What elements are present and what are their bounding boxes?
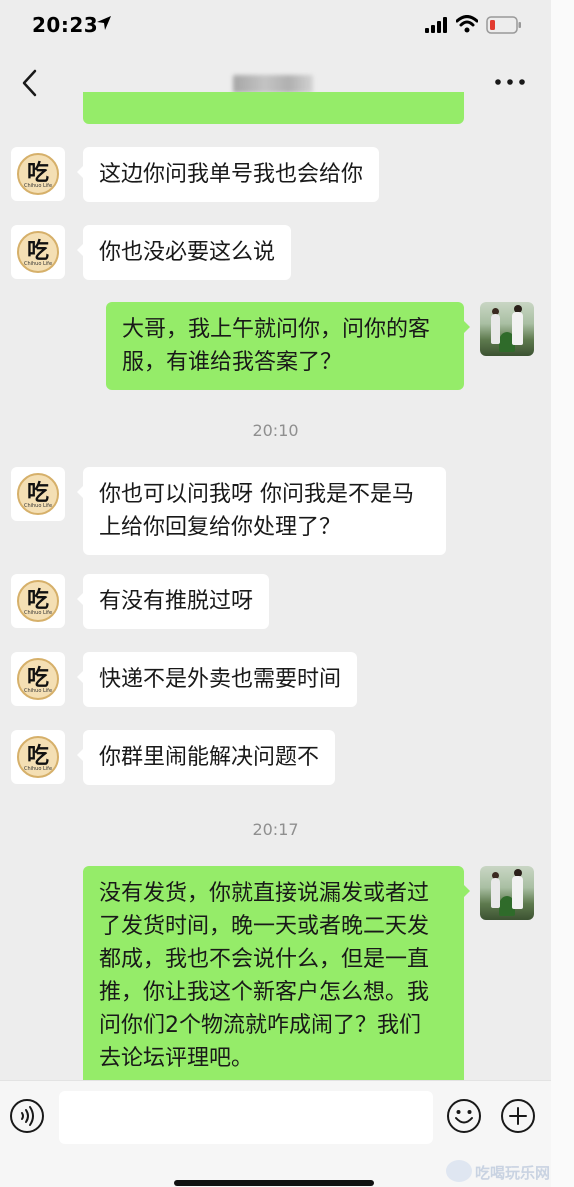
signal-icon <box>425 17 447 33</box>
message-bubble-partial[interactable] <box>83 92 464 124</box>
contact-avatar[interactable]: 吃 Chihuo Life <box>11 652 65 706</box>
timestamp: 20:10 <box>252 421 299 440</box>
message-bubble-incoming[interactable]: 你也可以问我呀 你问我是不是马 上给你回复给你处理了？ <box>77 467 446 555</box>
more-dots-icon[interactable] <box>493 70 527 94</box>
location-arrow-icon <box>97 16 111 30</box>
user-avatar[interactable] <box>480 302 534 356</box>
watermark-text: 吃喝玩乐网 <box>475 1164 551 1182</box>
contact-avatar[interactable]: 吃 Chihuo Life <box>11 467 65 521</box>
message-bubble-incoming[interactable]: 这边你问我单号我也会给你 <box>76 147 380 202</box>
chevron-left-icon[interactable] <box>18 68 42 98</box>
message-bubble-incoming[interactable]: 有没有推脱过呀 <box>76 574 270 629</box>
message-bubble-incoming[interactable]: 快递不是外卖也需要时间 <box>76 652 358 707</box>
message-bubble-incoming[interactable]: 你群里闹能解决问题不 <box>76 730 336 785</box>
contact-avatar[interactable]: 吃 Chihuo Life <box>11 147 65 201</box>
message-bubble-outgoing[interactable]: 大哥，我上午就问你，问你的客 服，有谁给我答案了？ <box>106 302 470 390</box>
status-bar: 20:23 <box>0 0 551 52</box>
message-input[interactable] <box>59 1091 433 1144</box>
wifi-icon <box>456 15 478 33</box>
message-bubble-outgoing[interactable]: 没有发货，你就直接说漏发或者过 了发货时间，晚一天或者晚二天发 都成，我也不会说… <box>83 866 470 1086</box>
home-indicator[interactable] <box>174 1180 374 1186</box>
battery-low-icon <box>486 16 521 34</box>
voice-icon[interactable] <box>9 1098 45 1134</box>
contact-avatar[interactable]: 吃 Chihuo Life <box>11 225 65 279</box>
emoji-icon[interactable] <box>446 1098 482 1134</box>
timestamp: 20:17 <box>252 820 299 839</box>
contact-avatar[interactable]: 吃 Chihuo Life <box>11 574 65 628</box>
message-bubble-incoming[interactable]: 你也没必要这么说 <box>76 225 292 280</box>
watermark-logo <box>446 1160 472 1182</box>
user-avatar[interactable] <box>480 866 534 920</box>
contact-name-blurred <box>233 75 313 93</box>
plus-icon[interactable] <box>500 1098 536 1134</box>
status-time: 20:23 <box>32 13 99 37</box>
contact-avatar[interactable]: 吃 Chihuo Life <box>11 730 65 784</box>
right-edge-strip <box>551 0 574 1187</box>
